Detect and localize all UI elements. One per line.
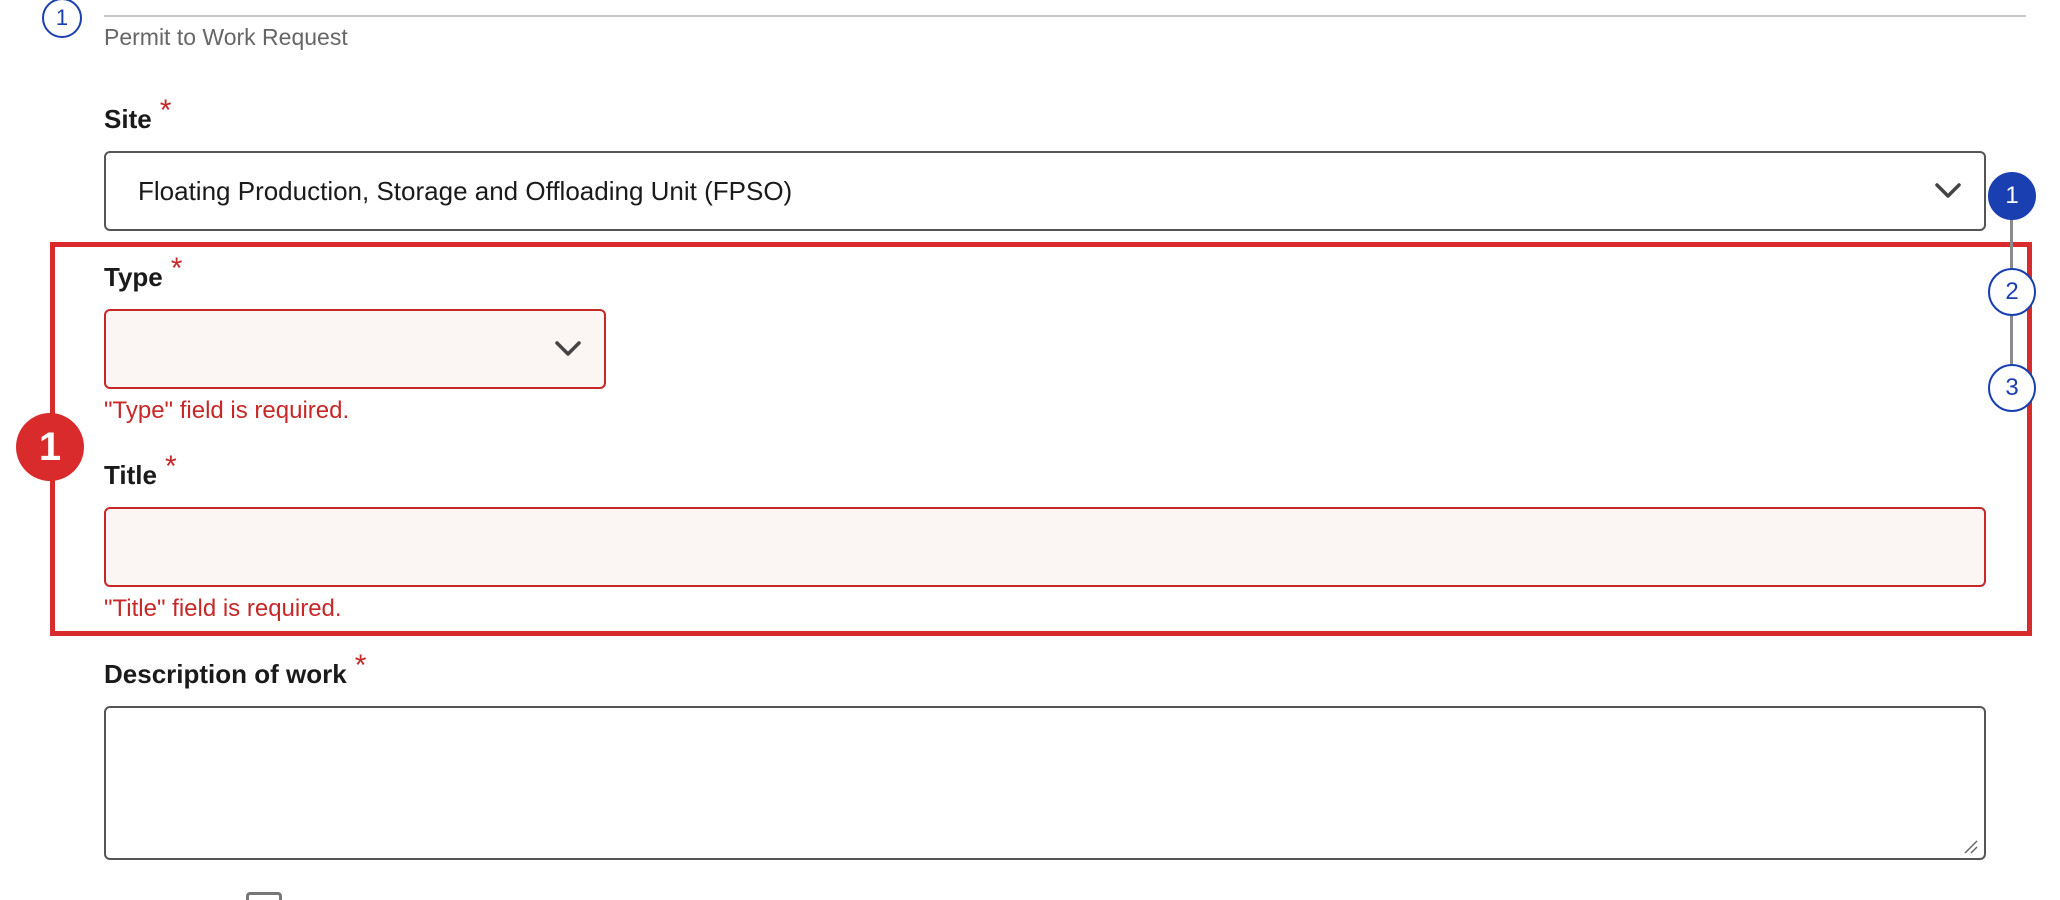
type-error-message: "Type" field is required.: [104, 397, 350, 424]
site-select-value: Floating Production, Storage and Offload…: [138, 175, 793, 206]
type-label: Type *: [104, 252, 182, 294]
permit-form-page: 1 Permit to Work Request Site * Floating …: [0, 0, 2060, 900]
title-label-text: Title: [104, 460, 157, 490]
title-error-message: "Title" field is required.: [104, 595, 342, 622]
description-label-text: Description of work: [104, 659, 347, 689]
site-select[interactable]: Floating Production, Storage and Offload…: [104, 151, 1986, 231]
checkbox[interactable]: [246, 892, 282, 900]
section-divider: [104, 15, 2026, 17]
resize-grip-icon[interactable]: [1962, 838, 1978, 854]
required-asterisk: *: [164, 450, 177, 483]
site-label: Site *: [104, 94, 171, 136]
annotation-badge: 1: [16, 413, 84, 481]
description-textarea[interactable]: [104, 706, 1986, 860]
type-label-text: Type: [104, 262, 163, 292]
required-asterisk: *: [354, 649, 367, 682]
site-label-text: Site: [104, 104, 152, 134]
stepper-step-1[interactable]: 1: [1988, 172, 2036, 220]
chevron-down-icon: [1935, 183, 1961, 198]
required-asterisk: *: [170, 252, 183, 285]
chevron-down-icon: [555, 341, 581, 356]
required-asterisk: *: [159, 94, 172, 127]
description-label: Description of work *: [104, 649, 366, 691]
section-title: Permit to Work Request: [104, 24, 348, 50]
stepper-step-3[interactable]: 3: [1988, 364, 2036, 412]
title-input[interactable]: [104, 507, 1986, 587]
stepper-step-2[interactable]: 2: [1988, 268, 2036, 316]
type-select[interactable]: [104, 309, 606, 389]
title-label: Title *: [104, 450, 177, 492]
section-step-indicator: 1: [42, 0, 82, 38]
